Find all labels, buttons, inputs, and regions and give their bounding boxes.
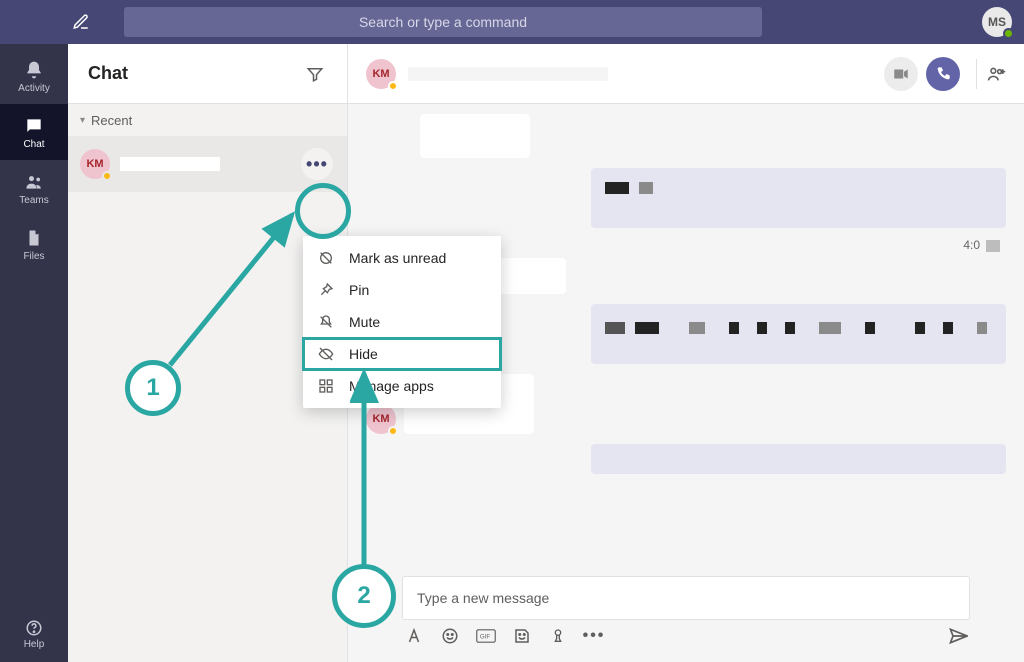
pin-icon — [317, 281, 335, 299]
phone-icon — [935, 66, 951, 82]
rail-chat[interactable]: Chat — [0, 104, 68, 160]
teams-icon — [23, 171, 45, 193]
chat-context-menu: Mark as unread Pin Mute Hide Manage apps — [303, 236, 501, 408]
rail-chat-label: Chat — [23, 139, 44, 150]
ctx-hide-label: Hide — [349, 346, 378, 362]
compose-new-icon[interactable] — [68, 9, 94, 35]
ctx-manage-apps-label: Manage apps — [349, 378, 434, 394]
ctx-pin[interactable]: Pin — [303, 274, 501, 306]
conversation-name-redacted — [408, 67, 608, 81]
message-outgoing — [366, 168, 1006, 228]
files-icon — [23, 227, 45, 249]
chat-list-item[interactable]: KM ••• — [68, 136, 347, 192]
title-bar: Search or type a command MS — [0, 0, 1024, 44]
rail-activity[interactable]: Activity — [0, 48, 68, 104]
conversation-header: KM — [348, 44, 1024, 104]
current-user-avatar[interactable]: MS — [982, 7, 1012, 37]
current-user-initials: MS — [988, 15, 1006, 29]
svg-text:GIF: GIF — [480, 633, 490, 640]
search-input[interactable]: Search or type a command — [124, 7, 762, 37]
chat-item-initials: KM — [86, 158, 103, 170]
sticker-icon[interactable] — [512, 626, 532, 646]
ctx-pin-label: Pin — [349, 282, 369, 298]
chat-item-name-redacted — [120, 157, 220, 171]
annotation-step-2-label: 2 — [357, 582, 370, 610]
apps-icon — [317, 377, 335, 395]
send-button[interactable] — [948, 626, 968, 646]
message-outgoing — [366, 444, 1006, 474]
conversation-avatar[interactable]: KM — [366, 59, 396, 89]
filter-icon[interactable] — [303, 62, 327, 86]
chat-list-section-recent[interactable]: ▾ Recent — [68, 104, 347, 136]
chat-item-more-button[interactable]: ••• — [301, 148, 333, 180]
praise-icon[interactable] — [548, 626, 568, 646]
add-people-button[interactable] — [976, 59, 1006, 89]
rail-files-label: Files — [23, 251, 44, 262]
left-rail: Activity Chat Teams Files Help — [0, 44, 68, 662]
annotation-step-2: 2 — [332, 564, 396, 628]
chat-list-title: Chat — [88, 63, 128, 84]
hide-icon — [317, 345, 335, 363]
add-people-icon — [987, 64, 1006, 84]
message-incoming — [366, 114, 1006, 158]
message-bubble-redacted — [591, 444, 1006, 474]
mute-icon — [317, 313, 335, 331]
rail-teams[interactable]: Teams — [0, 160, 68, 216]
format-icon[interactable] — [404, 626, 424, 646]
message-sender-avatar: KM — [366, 404, 396, 434]
chat-list-header: Chat — [68, 44, 347, 104]
ctx-mark-unread-label: Mark as unread — [349, 250, 446, 266]
message-timestamp: 4:0 — [963, 238, 980, 252]
message-bubble-redacted — [420, 114, 530, 158]
compose-toolbar: GIF ••• — [402, 620, 970, 652]
conversation-avatar-initials: KM — [372, 68, 389, 80]
presence-available-icon — [1003, 28, 1014, 39]
chevron-down-icon: ▾ — [80, 115, 85, 126]
ctx-mark-unread[interactable]: Mark as unread — [303, 242, 501, 274]
annotation-ring-more — [295, 183, 351, 239]
rail-help-label: Help — [24, 639, 45, 650]
ctx-hide[interactable]: Hide — [303, 338, 501, 370]
message-bubble-redacted — [591, 304, 1006, 364]
bell-icon — [23, 59, 45, 81]
ctx-mute-label: Mute — [349, 314, 380, 330]
gif-icon[interactable]: GIF — [476, 626, 496, 646]
ctx-mute[interactable]: Mute — [303, 306, 501, 338]
presence-away-icon — [388, 426, 398, 436]
rail-help[interactable]: Help — [0, 610, 68, 658]
chat-item-avatar: KM — [80, 149, 110, 179]
message-sender-initials: KM — [372, 413, 389, 425]
annotation-step-1-label: 1 — [146, 374, 159, 402]
chat-list-section-label: Recent — [91, 113, 132, 128]
annotation-step-1: 1 — [125, 360, 181, 416]
emoji-icon[interactable] — [440, 626, 460, 646]
message-bubble-redacted — [591, 168, 1006, 228]
rail-files[interactable]: Files — [0, 216, 68, 272]
rail-teams-label: Teams — [19, 195, 48, 206]
rail-activity-label: Activity — [18, 83, 50, 94]
audio-call-button[interactable] — [926, 57, 960, 91]
more-tools-icon[interactable]: ••• — [584, 626, 604, 646]
timestamp-redacted — [986, 240, 1000, 252]
compose-input[interactable]: Type a new message — [402, 576, 970, 620]
chat-icon — [23, 115, 45, 137]
mark-unread-icon — [317, 249, 335, 267]
compose-area: Type a new message GIF ••• — [348, 576, 1024, 662]
video-icon — [892, 65, 910, 83]
help-icon — [25, 619, 43, 637]
more-icon: ••• — [306, 154, 328, 175]
ctx-manage-apps[interactable]: Manage apps — [303, 370, 501, 402]
presence-away-icon — [388, 81, 398, 91]
video-call-button[interactable] — [884, 57, 918, 91]
conversation-actions — [884, 57, 1006, 91]
presence-away-icon — [102, 171, 112, 181]
